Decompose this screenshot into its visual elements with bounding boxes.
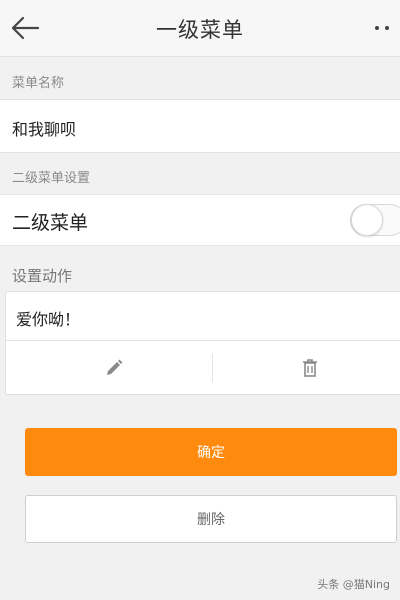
delete-action-button[interactable] [292, 350, 328, 386]
action-value[interactable]: 爱你呦！ [16, 306, 80, 330]
action-settings-label: 设置动作 [12, 267, 73, 285]
submenu-settings-label: 二级菜单设置 [12, 171, 91, 186]
confirm-button[interactable]: 确定 [25, 428, 397, 476]
submenu-toggle[interactable] [350, 204, 400, 236]
more-dots-icon [375, 26, 379, 30]
menu-name-label: 菜单名称 [12, 76, 65, 91]
trash-icon [303, 359, 317, 377]
menu-name-value[interactable]: 和我聊呗 [12, 116, 76, 140]
action-card: 爱你呦！ [5, 291, 400, 395]
more-options-button[interactable] [368, 16, 396, 40]
toggle-knob [351, 204, 383, 236]
card-divider [6, 340, 400, 341]
card-divider-vertical [212, 354, 213, 382]
submenu-row-label: 二级菜单 [12, 212, 89, 234]
page-title: 一级菜单 [156, 18, 244, 42]
more-dots-icon [385, 26, 389, 30]
menu-name-row[interactable]: 和我聊呗 [0, 99, 400, 153]
watermark: 头条 @猫Ning [317, 578, 390, 591]
submenu-row: 二级菜单 [0, 194, 400, 246]
delete-button[interactable]: 删除 [25, 495, 397, 543]
pencil-icon [107, 359, 123, 375]
edit-action-button[interactable] [96, 350, 132, 386]
menu-edit-screen: 一级菜单 菜单名称 和我聊呗 二级菜单设置 二级菜单 设置动作 爱你呦！ 确定 … [0, 0, 400, 600]
app-header: 一级菜单 [0, 0, 400, 57]
